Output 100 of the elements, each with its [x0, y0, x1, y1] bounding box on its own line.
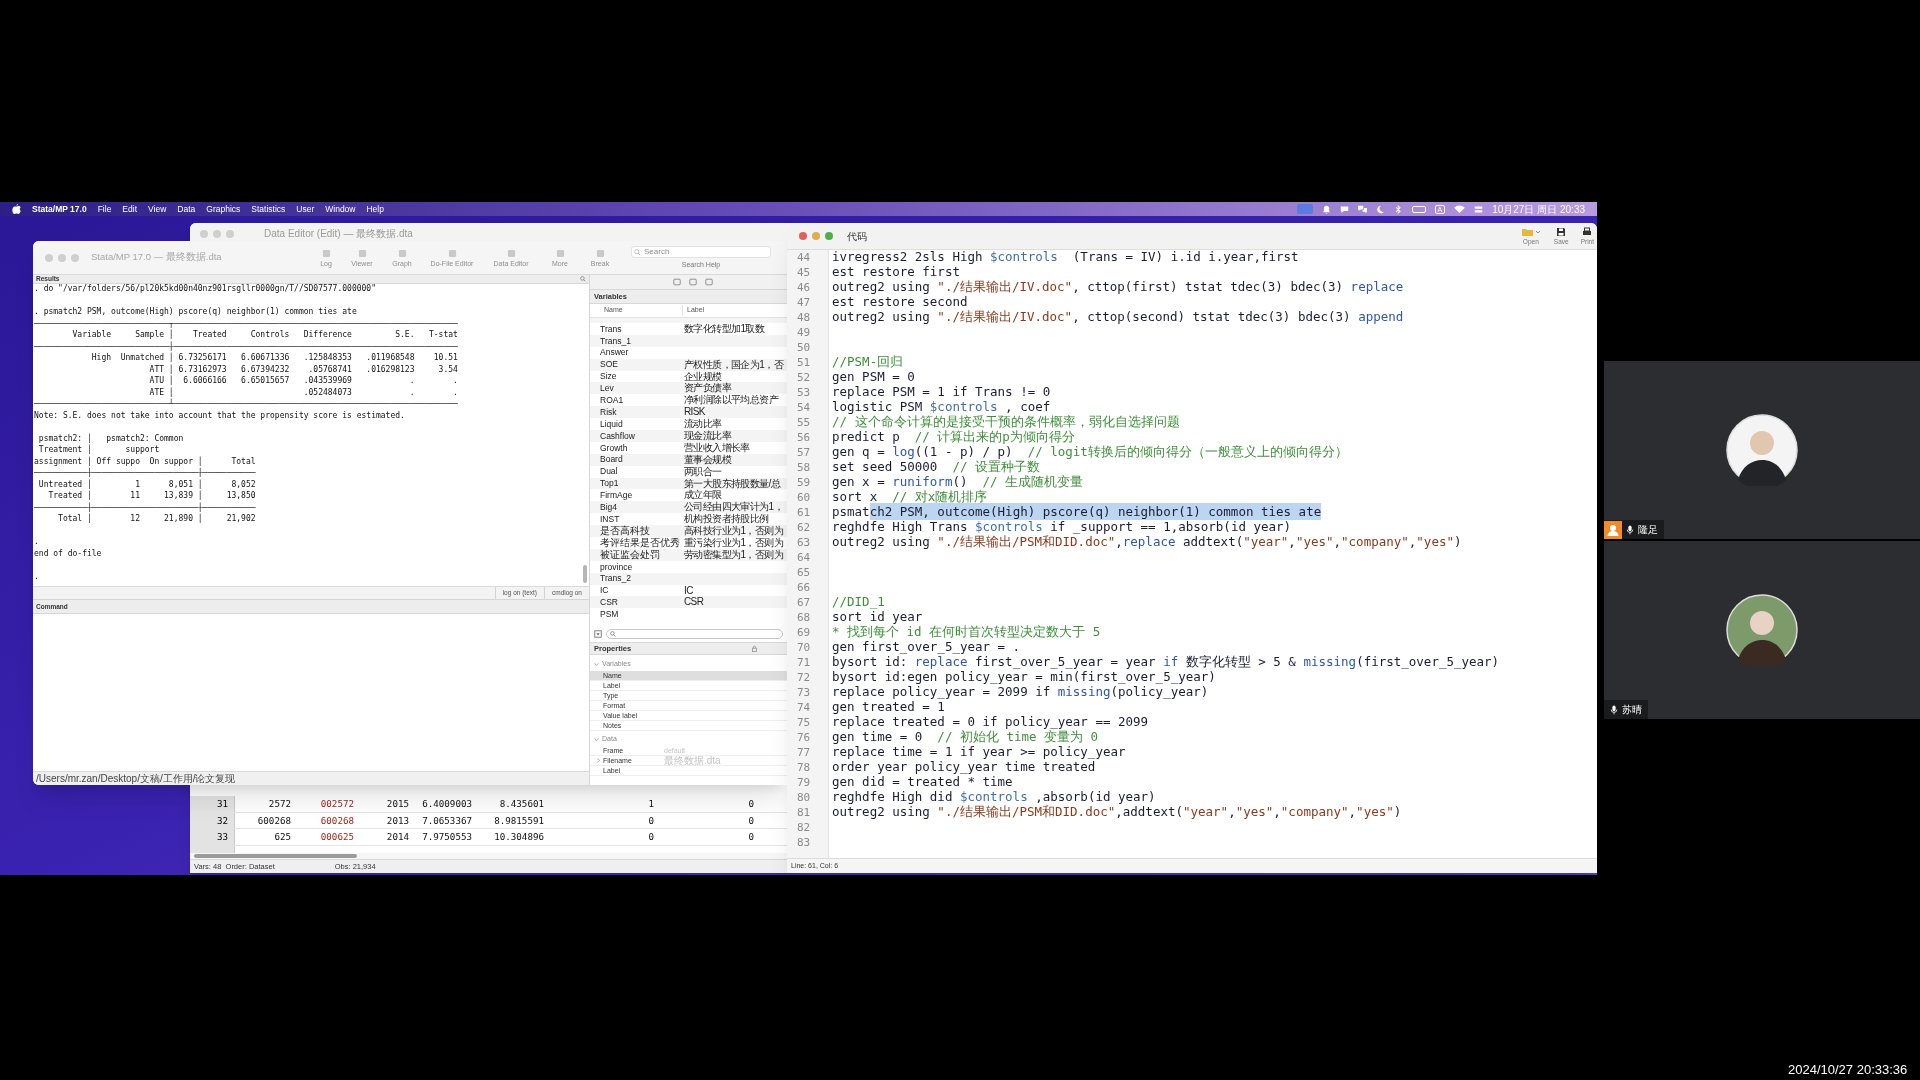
variable-name[interactable]: PSM: [590, 610, 682, 619]
zoom-button[interactable]: [71, 253, 79, 262]
toolbar-icon: [357, 248, 367, 258]
variable-label: 公司经由四大审计为1，: [683, 502, 783, 513]
avatar: [1726, 414, 1798, 486]
code-line: ivregress2 2sls High $controls (Trans = IV) i.id i.year,first: [832, 251, 1299, 264]
chevron-icon[interactable]: [594, 661, 599, 667]
menu-item[interactable]: User: [296, 202, 315, 216]
variable-label: 两职合一: [683, 466, 722, 477]
console-line: .: [34, 570, 39, 582]
toolbar-icon: [397, 248, 407, 258]
variable-name[interactable]: 考评结果是否优秀: [590, 537, 682, 548]
menu-item[interactable]: Edit: [122, 202, 137, 216]
variable-name[interactable]: Lev: [590, 384, 682, 393]
variable-name[interactable]: province: [590, 562, 682, 571]
variable-label: IC: [683, 585, 693, 596]
zoom-button[interactable]: [226, 229, 234, 238]
console-line: .: [34, 536, 39, 548]
search-icon[interactable]: [580, 276, 586, 282]
window-title: Stata/MP 17.0 — 最终数据.dta: [91, 250, 222, 265]
lock-icon[interactable]: [751, 645, 759, 653]
variable-name[interactable]: Cashflow: [590, 431, 682, 441]
toolbar-icon: [555, 248, 565, 258]
microphone-icon[interactable]: [1610, 704, 1618, 715]
console-line: Note: S.E. does not take into account that the propensity score is estimated.: [34, 409, 405, 421]
printer-icon: [1582, 226, 1593, 237]
variable-name[interactable]: Size: [590, 372, 682, 381]
bluetooth-icon[interactable]: [1393, 204, 1403, 214]
menu-item[interactable]: Data: [177, 202, 196, 216]
variable-name[interactable]: Risk: [590, 407, 682, 417]
chat-icon[interactable]: [1339, 204, 1349, 214]
line-number: 44: [797, 252, 812, 263]
close-button[interactable]: [799, 232, 807, 240]
chevron-icon[interactable]: [594, 736, 599, 742]
variable-name[interactable]: SOE: [590, 360, 682, 369]
participant-name: 隆足: [1638, 523, 1658, 537]
search-field[interactable]: Search: [631, 246, 771, 258]
variable-name[interactable]: Dual: [590, 467, 682, 476]
variable-name[interactable]: 是否高科技: [590, 526, 682, 537]
close-button[interactable]: [200, 229, 208, 238]
variable-name[interactable]: ROA1: [590, 396, 682, 405]
line-number: 65: [797, 567, 812, 578]
console-line: Treated │ 11 13,839 │ 13,850: [47, 490, 256, 502]
working-directory: /Users/mr.zan/Desktop/文稿/工作用/论文复现: [36, 773, 236, 784]
control-center-icon[interactable]: [1474, 204, 1484, 214]
variable-name[interactable]: CSR: [590, 598, 682, 607]
wifi-icon[interactable]: [1454, 205, 1466, 213]
variable-name[interactable]: Growth: [590, 443, 682, 453]
variable-name[interactable]: Answer: [590, 348, 682, 357]
line-number: 67: [797, 597, 812, 608]
filter-icon[interactable]: [594, 630, 602, 639]
menu-item[interactable]: Window: [325, 202, 356, 216]
code-line: reghdfe High did $controls ,absorb(id year): [832, 791, 1156, 804]
chevron-icon[interactable]: [596, 758, 601, 764]
minimize-button[interactable]: [812, 232, 820, 240]
scrollbar-thumb[interactable]: [194, 854, 357, 858]
variable-name[interactable]: 被证监会处罚: [590, 549, 682, 560]
app-menu[interactable]: Stata/MP 17.0: [32, 202, 87, 216]
close-button[interactable]: [45, 253, 53, 262]
timestamp: 2024/10/27 20:33:36: [1788, 1062, 1908, 1077]
code-line: psmatch2 PSM, outcome(High) pscore(q) neighbor(1) common ties ate: [832, 506, 1322, 519]
table-cell-text: 002572: [319, 796, 355, 811]
menu-item[interactable]: Help: [366, 202, 384, 216]
variable-name[interactable]: Big4: [590, 503, 682, 512]
variable-name[interactable]: FirmAge: [590, 491, 682, 500]
menu-item[interactable]: Graphics: [206, 202, 241, 216]
display-icon[interactable]: [1296, 204, 1313, 214]
console-line: ────────────────────────────┼───────────────────────────────────────────────────────────: [34, 340, 458, 352]
table-cell-text: 625: [273, 830, 292, 845]
battery-icon: [1411, 205, 1426, 213]
menu-item[interactable]: View: [148, 202, 167, 216]
line-number: 77: [797, 747, 812, 758]
microphone-icon[interactable]: [1626, 524, 1634, 535]
table-cell-text: 0: [747, 813, 755, 828]
code-line: order year policy_year time treated: [832, 761, 1096, 774]
console-line: ────────────────────────────┴───────────────────────────────────────────────────────────: [34, 398, 458, 410]
minimize-button[interactable]: [58, 253, 66, 262]
variable-label: 流动比率: [683, 419, 722, 430]
variable-name[interactable]: Liquid: [590, 419, 682, 429]
zoom-button[interactable]: [825, 232, 833, 240]
moon-icon[interactable]: [1375, 204, 1385, 214]
variable-label: 数字化转型加1取数: [683, 323, 765, 334]
variable-name[interactable]: IC: [590, 586, 682, 595]
variable-name[interactable]: INST: [590, 514, 682, 524]
apple-icon[interactable]: [12, 204, 21, 214]
console-line: Total │ 12 21,890 │ 21,902: [57, 513, 256, 525]
line-number: 56: [797, 432, 812, 443]
variable-name[interactable]: Board: [590, 455, 682, 464]
bell-icon[interactable]: [1321, 204, 1331, 214]
variable-name[interactable]: Trans: [590, 324, 682, 334]
menu-item[interactable]: File: [97, 202, 112, 216]
toolbar-icon: [321, 248, 331, 258]
line-number: 73: [797, 687, 812, 698]
variable-name[interactable]: Top1: [590, 479, 682, 488]
minimize-button[interactable]: [213, 229, 221, 238]
chat-bubbles-icon[interactable]: [1357, 204, 1367, 214]
variable-label: 第一大股东持股数量/总: [683, 478, 781, 489]
scrollbar-thumb[interactable]: [583, 565, 587, 583]
menu-item[interactable]: Statistics: [251, 202, 286, 216]
line-number: 70: [797, 642, 812, 653]
